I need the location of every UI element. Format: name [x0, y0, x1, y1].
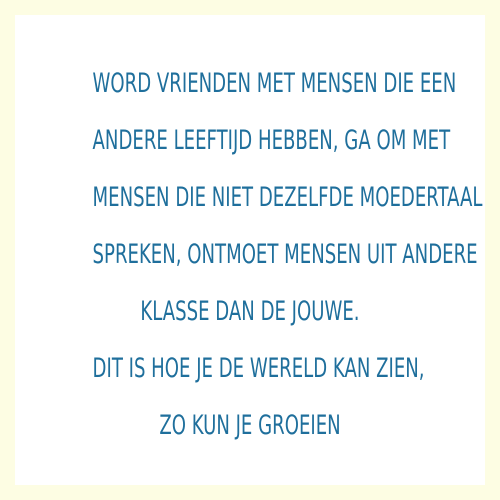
- quote-line: SPREKEN, ONTMOET MENSEN UIT ANDERE: [92, 239, 478, 270]
- quote-line: DIT IS HOE JE DE WERELD KAN ZIEN,: [92, 353, 425, 384]
- quote-line: MENSEN DIE NIET DEZELFDE MOEDERTAAL: [92, 182, 483, 213]
- quote-line: KLASSE DAN DE JOUWE.: [140, 296, 360, 327]
- quote-text: WORD VRIENDEN MET MENSEN DIE EEN ANDERE …: [92, 55, 483, 454]
- quote-line: ZO KUN JE GROEIEN: [159, 410, 341, 441]
- quote-card: WORD VRIENDEN MET MENSEN DIE EEN ANDERE …: [15, 15, 485, 485]
- quote-line: WORD VRIENDEN MET MENSEN DIE EEN: [92, 68, 457, 99]
- quote-line: ANDERE LEEFTIJD HEBBEN, GA OM MET: [92, 125, 451, 156]
